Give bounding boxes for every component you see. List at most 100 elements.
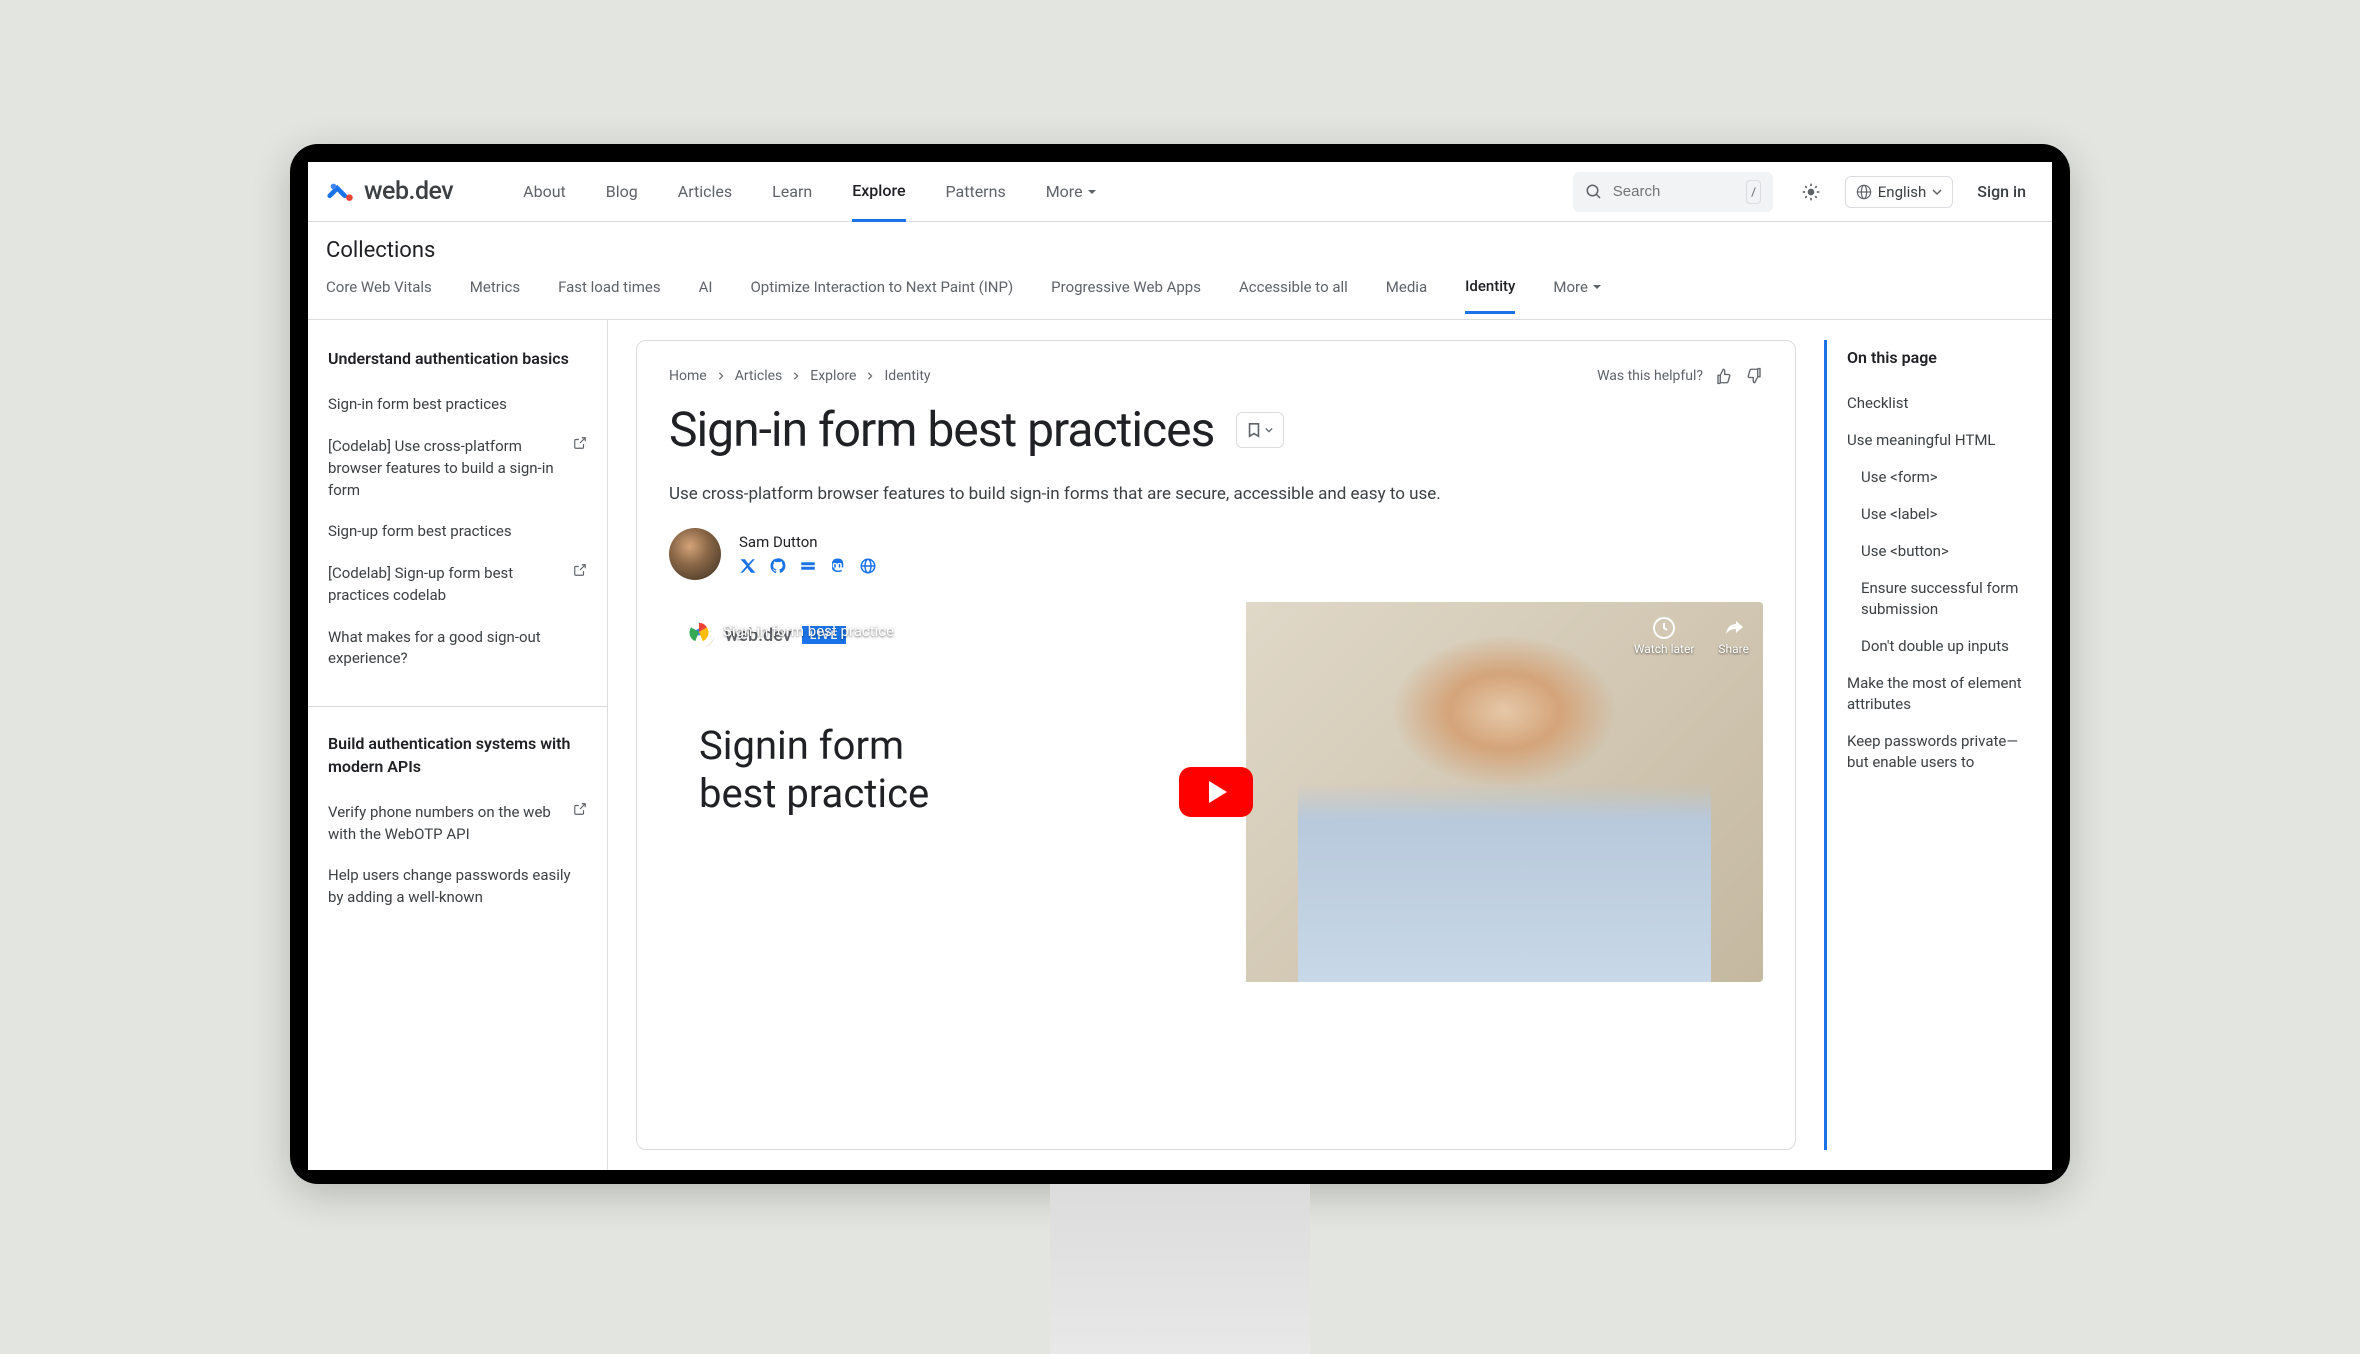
- x-icon[interactable]: [739, 557, 757, 575]
- sidebar-item[interactable]: Verify phone numbers on the web with the…: [328, 792, 587, 856]
- nav-link-more[interactable]: More: [1046, 162, 1097, 222]
- youtube-action-icons: Watch later Share: [1634, 616, 1749, 656]
- sidebar-section: Build authentication systems with modern…: [308, 725, 607, 927]
- search-input[interactable]: [1613, 183, 1735, 200]
- table-of-contents: On this page ChecklistUse meaningful HTM…: [1824, 340, 2024, 1150]
- nav-link-articles[interactable]: Articles: [678, 162, 732, 222]
- collection-tab-accessible-to-all[interactable]: Accessible to all: [1239, 277, 1348, 313]
- breadcrumb-link[interactable]: Home: [669, 368, 707, 384]
- collection-tab-media[interactable]: Media: [1386, 277, 1427, 313]
- author-avatar: [669, 528, 721, 580]
- collection-tab-progressive-web-apps[interactable]: Progressive Web Apps: [1051, 277, 1201, 313]
- nav-link-explore[interactable]: Explore: [852, 162, 905, 222]
- breadcrumb-link[interactable]: Identity: [884, 368, 930, 384]
- share-button[interactable]: Share: [1718, 616, 1749, 656]
- nav-link-about[interactable]: About: [523, 162, 566, 222]
- theme-toggle-button[interactable]: [1793, 174, 1829, 210]
- toc-item[interactable]: Ensure successful form submission: [1847, 570, 2024, 628]
- sidebar-item[interactable]: Sign-up form best practices: [328, 511, 587, 553]
- toc-item[interactable]: Checklist: [1847, 385, 2024, 422]
- author-social-links: [739, 557, 877, 575]
- collection-tab-identity[interactable]: Identity: [1465, 277, 1515, 314]
- external-link-icon: [573, 802, 587, 816]
- glitch-icon[interactable]: [799, 557, 817, 575]
- video-slide-right: [1246, 602, 1763, 982]
- sidebar-item-label: [Codelab] Sign-up form best practices co…: [328, 563, 563, 607]
- presenter-image: [1298, 621, 1712, 982]
- chevron-down-icon: [1265, 426, 1273, 434]
- sidebar-item[interactable]: [Codelab] Use cross-platform browser fea…: [328, 426, 587, 511]
- author-name: Sam Dutton: [739, 533, 877, 551]
- monitor-frame: web.dev About Blog Articles Learn Explore Pat…: [290, 144, 2070, 1184]
- logo-text: web.dev: [364, 177, 453, 206]
- sidebar: Understand authentication basicsSign-in …: [308, 320, 608, 1170]
- sidebar-item-label: Sign-up form best practices: [328, 521, 512, 543]
- toc-item[interactable]: Use meaningful HTML: [1847, 422, 2024, 459]
- author-meta: Sam Dutton: [739, 533, 877, 575]
- bookmark-button[interactable]: [1236, 412, 1284, 448]
- toc-item[interactable]: Don't double up inputs: [1847, 628, 2024, 665]
- collection-tab-metrics[interactable]: Metrics: [470, 277, 520, 313]
- thumbs-up-icon[interactable]: [1715, 367, 1733, 385]
- sidebar-item[interactable]: [Codelab] Sign-up form best practices co…: [328, 553, 587, 617]
- breadcrumb-row: Home Articles Explore Identity Was this hel…: [669, 367, 1763, 385]
- search-box[interactable]: /: [1573, 172, 1773, 212]
- collection-tab-more[interactable]: More: [1553, 277, 1602, 313]
- sidebar-item-label: Sign-in form best practices: [328, 394, 507, 416]
- collection-tab-optimize-interaction-to-next-paint-inp-[interactable]: Optimize Interaction to Next Paint (INP): [750, 277, 1013, 313]
- toc-item[interactable]: Keep passwords private—but enable users …: [1847, 723, 2024, 781]
- nav-links: About Blog Articles Learn Explore Patterns Mor…: [523, 162, 1096, 222]
- top-right-controls: English Sign in: [1793, 174, 2034, 210]
- page-title: Sign-in form best practices: [669, 401, 1214, 458]
- sidebar-divider: [308, 706, 607, 707]
- article-card: Home Articles Explore Identity Was this hel…: [636, 340, 1796, 1150]
- sidebar-heading: Build authentication systems with modern…: [328, 733, 587, 778]
- sidebar-item[interactable]: Help users change passwords easily by ad…: [328, 855, 587, 919]
- toc-item[interactable]: Use <button>: [1847, 533, 2024, 570]
- sidebar-item[interactable]: What makes for a good sign-out experienc…: [328, 617, 587, 681]
- sidebar-item[interactable]: Sign-in form best practices: [328, 384, 587, 426]
- chevron-right-icon: [866, 371, 874, 381]
- content-area: Home Articles Explore Identity Was this hel…: [608, 320, 2052, 1170]
- toc-item[interactable]: Use <form>: [1847, 459, 2024, 496]
- nav-link-patterns[interactable]: Patterns: [946, 162, 1006, 222]
- toc-title: On this page: [1847, 348, 2024, 367]
- collection-tab-core-web-vitals[interactable]: Core Web Vitals: [326, 277, 432, 313]
- github-icon[interactable]: [769, 557, 787, 575]
- globe-icon: [1856, 184, 1872, 200]
- helpful-label: Was this helpful?: [1597, 368, 1703, 384]
- youtube-channel-icon[interactable]: [683, 616, 715, 648]
- video-embed[interactable]: web.dev LIVE Signin form best practice: [669, 602, 1763, 982]
- author-row: Sam Dutton: [669, 528, 1763, 580]
- nav-link-learn[interactable]: Learn: [772, 162, 812, 222]
- toc-item[interactable]: Make the most of element attributes: [1847, 665, 2024, 723]
- sidebar-item-label: What makes for a good sign-out experienc…: [328, 627, 587, 671]
- collection-tab-ai[interactable]: AI: [699, 277, 713, 313]
- chevron-right-icon: [792, 371, 800, 381]
- breadcrumb-link[interactable]: Explore: [810, 368, 856, 384]
- language-select[interactable]: English: [1845, 176, 1954, 208]
- thumbs-down-icon[interactable]: [1745, 367, 1763, 385]
- screen: web.dev About Blog Articles Learn Explore Pat…: [308, 162, 2052, 1170]
- toc-item[interactable]: Use <label>: [1847, 496, 2024, 533]
- video-slide-left: web.dev LIVE Signin form best practice: [669, 602, 1246, 982]
- sidebar-item-label: Help users change passwords easily by ad…: [328, 865, 587, 909]
- breadcrumb-link[interactable]: Articles: [735, 368, 783, 384]
- nav-link-blog[interactable]: Blog: [606, 162, 638, 222]
- chevron-down-icon: [1932, 187, 1942, 197]
- site-logo[interactable]: web.dev: [326, 177, 453, 207]
- watch-later-button[interactable]: Watch later: [1634, 616, 1695, 656]
- homepage-icon[interactable]: [859, 557, 877, 575]
- mastodon-icon[interactable]: [829, 557, 847, 575]
- article-subtitle: Use cross-platform browser features to b…: [669, 484, 1763, 504]
- search-icon: [1585, 183, 1603, 201]
- main-area: Understand authentication basicsSign-in …: [308, 320, 2052, 1170]
- title-row: Sign-in form best practices: [669, 401, 1763, 458]
- language-label: English: [1878, 183, 1927, 201]
- collection-tab-fast-load-times[interactable]: Fast load times: [558, 277, 661, 313]
- signin-button[interactable]: Sign in: [1969, 182, 2034, 201]
- collections-bar: Collections Core Web Vitals Metrics Fast l…: [308, 222, 2052, 320]
- collections-title: Collections: [326, 238, 2034, 263]
- play-button[interactable]: [1179, 767, 1253, 817]
- video-overlay-title: Sign-in form best practice: [723, 622, 894, 640]
